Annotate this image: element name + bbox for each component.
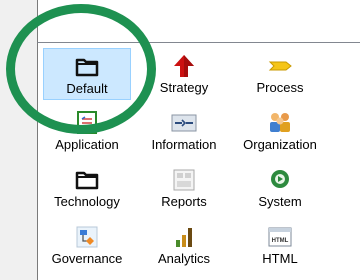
gallery-item-html[interactable]: HTML HTML (236, 219, 324, 271)
gallery-item-organization[interactable]: Organization (236, 105, 324, 157)
gallery-item-label: Default (66, 81, 108, 96)
gallery-item-technology[interactable]: Technology (43, 162, 131, 214)
gallery-item-label: System (258, 194, 302, 209)
gallery-item-reports[interactable]: Reports (140, 162, 228, 214)
template-gallery: Default Strategy Process Application Inf… (37, 42, 360, 280)
gallery-item-system[interactable]: System (236, 162, 324, 214)
gallery-item-label: Organization (243, 137, 317, 152)
gallery-item-label: HTML (262, 251, 298, 266)
organization-icon (270, 113, 290, 132)
upper-pane (37, 0, 360, 42)
process-icon (268, 61, 292, 71)
gallery-item-label: Reports (161, 194, 207, 209)
gallery-item-governance[interactable]: Governance (43, 219, 131, 271)
gallery-item-label: Application (55, 137, 119, 152)
gallery-item-application[interactable]: Application (43, 105, 131, 157)
system-icon (271, 170, 289, 188)
information-icon (171, 114, 197, 132)
gallery-item-label: Analytics (157, 251, 211, 266)
reports-icon (173, 169, 195, 191)
gallery-item-label: Strategy (159, 80, 209, 95)
gallery-item-analytics[interactable]: Analytics (140, 219, 228, 271)
governance-icon (76, 226, 98, 248)
technology-folder-icon (75, 171, 99, 190)
html-icon: HTML (268, 227, 292, 247)
gallery-item-process[interactable]: Process (236, 48, 324, 100)
html-badge-text: HTML (272, 238, 289, 244)
gallery-item-label: Governance (51, 251, 123, 266)
gallery-item-label: Information (151, 137, 217, 152)
gallery-item-label: Technology (54, 194, 120, 209)
application-icon (77, 111, 97, 134)
analytics-icon (176, 228, 192, 247)
gallery-item-label: Process (256, 80, 304, 95)
gallery-item-information[interactable]: Information (140, 105, 228, 157)
gallery-item-strategy[interactable]: Strategy (140, 48, 228, 100)
folder-icon (75, 58, 99, 77)
strategy-icon (174, 55, 194, 77)
gallery-item-default[interactable]: Default (43, 48, 131, 100)
